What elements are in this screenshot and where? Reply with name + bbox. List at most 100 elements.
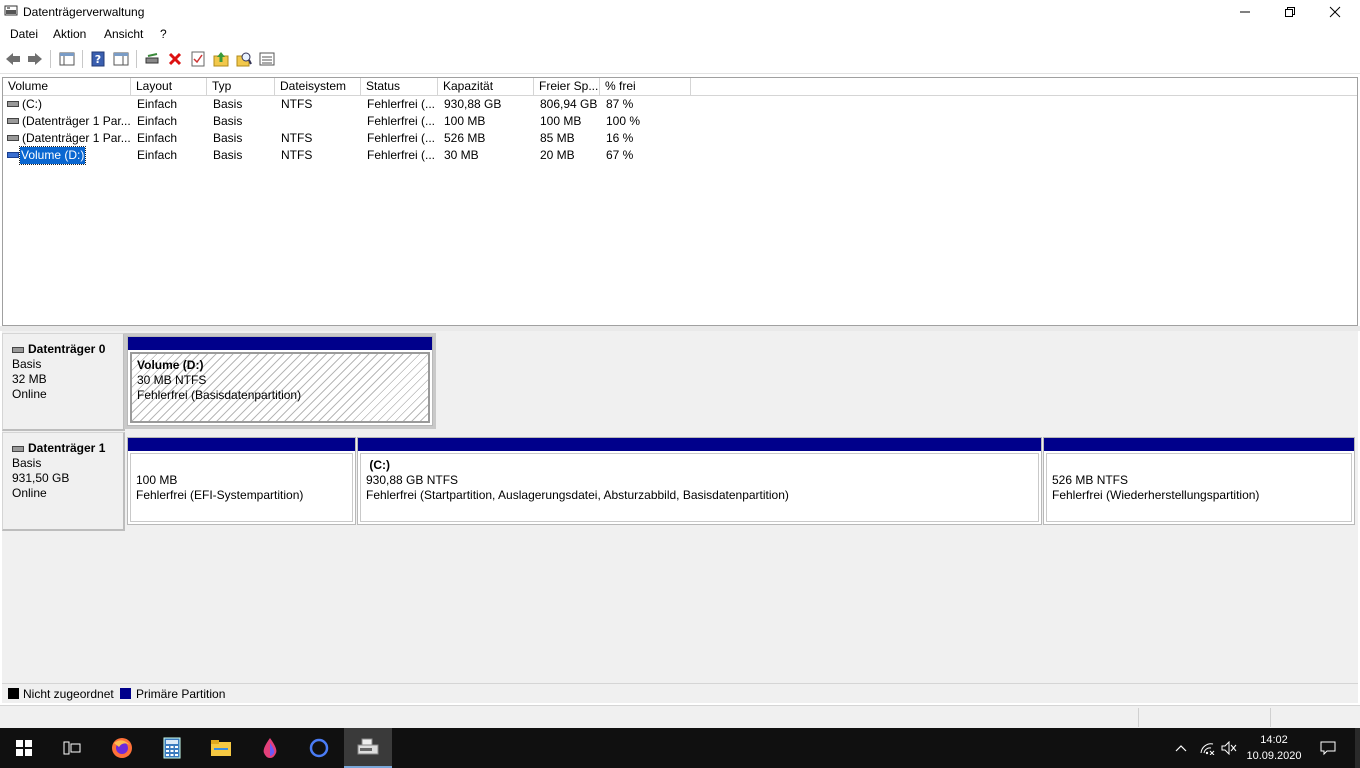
svg-text:?: ? [95,53,101,66]
partition-c[interactable]: (C:) 930,88 GB NTFS Fehlerfrei (Startpar… [357,437,1042,525]
show-desktop-button[interactable] [1355,728,1360,768]
volume-disk-icon [7,135,19,141]
list-view-icon [259,52,275,66]
menu-datei[interactable]: Datei [10,27,38,41]
column-header-volume[interactable]: Volume [3,78,131,96]
column-header-freier-speicher[interactable]: Freier Sp... [534,78,600,96]
taskbar: 14:02 10.09.2020 [0,728,1360,768]
taskbar-clock[interactable]: 14:02 10.09.2020 [1236,732,1312,764]
cell-prozent-frei: 16 % [606,131,634,145]
table-row[interactable]: (C:) Einfach Basis NTFS Fehlerfrei (... … [3,96,703,113]
menu-help[interactable]: ? [160,27,167,41]
cell-freier-speicher: 100 MB [540,114,582,128]
partition-status: Fehlerfrei (EFI-Systempartition) [136,488,304,502]
console-tree-button[interactable] [58,50,76,68]
close-button[interactable] [1312,0,1358,24]
partition-status: Fehlerfrei (Wiederherstellungspartition) [1052,488,1260,502]
back-button[interactable] [4,50,22,68]
list-view-button[interactable] [258,50,276,68]
task-view-icon [63,741,81,755]
task-view-button[interactable] [48,728,96,768]
taskbar-firefox[interactable] [98,728,146,768]
cell-prozent-frei: 67 % [606,148,634,162]
disk-0-type: Basis [12,357,42,371]
start-icon [16,740,32,756]
primary-partition-bar [128,337,432,350]
cell-layout: Einfach [137,114,178,128]
disk-1-state: Online [12,486,47,500]
paint-icon [263,738,277,758]
start-button[interactable] [0,728,48,768]
properties-button[interactable] [189,50,207,68]
column-header-dateisystem[interactable]: Dateisystem [275,78,361,96]
toolbar-separator [82,50,83,68]
cell-typ: Basis [213,131,243,145]
table-row[interactable]: (Datenträger 1 Par... Einfach Basis NTFS… [3,130,703,147]
column-header-kapazitaet[interactable]: Kapazität [438,78,534,96]
forward-button[interactable] [26,50,44,68]
cortana-icon [309,738,329,758]
cell-dateisystem: NTFS [281,148,313,162]
partition-volume-d[interactable]: Volume (D:) 30 MB NTFS Fehlerfrei (Basis… [127,336,433,426]
minimize-button[interactable] [1222,0,1268,24]
legend-swatch-primary [120,688,131,699]
partition-size: 526 MB NTFS [1052,473,1129,487]
calculator-icon [163,737,181,759]
action-center-button[interactable] [1314,728,1342,768]
column-header-layout[interactable]: Layout [131,78,207,96]
partition-body: 100 MB Fehlerfrei (EFI-Systempartition) [130,453,353,522]
partition-efi[interactable]: 100 MB Fehlerfrei (EFI-Systempartition) [127,437,356,525]
taskbar-file-explorer[interactable] [197,728,245,768]
column-header-typ[interactable]: Typ [207,78,275,96]
taskbar-calculator[interactable] [148,728,196,768]
firefox-icon [112,738,132,758]
search-icon [236,52,252,67]
menu-ansicht[interactable]: Ansicht [104,27,143,41]
cell-freier-speicher: 85 MB [540,131,575,145]
volume-disk-icon [7,101,19,107]
disk-graphical-view: Datenträger 0 Basis 32 MB Online Volume … [2,331,1358,683]
help-button[interactable]: ? [89,50,107,68]
partition-recovery[interactable]: 526 MB NTFS Fehlerfrei (Wiederherstellun… [1043,437,1355,525]
show-hide-button[interactable] [112,50,130,68]
connect-drive-icon [145,53,159,64]
taskbar-paint[interactable] [246,728,294,768]
restore-button[interactable] [1267,0,1313,24]
disk-icon [12,346,24,353]
up-folder-button[interactable] [212,50,230,68]
toolbar-separator [136,50,137,68]
table-row[interactable]: (Datenträger 1 Par... Einfach Basis Fehl… [3,113,703,130]
column-header-status[interactable]: Status [361,78,438,96]
cell-typ: Basis [213,97,243,111]
taskbar-cortana[interactable] [295,728,343,768]
cell-layout: Einfach [137,131,178,145]
column-header-prozent-frei[interactable]: % frei [600,78,691,96]
tray-expand-button[interactable] [1170,728,1192,768]
toolbar-separator [50,50,51,68]
disk-0-label[interactable]: Datenträger 0 Basis 32 MB Online [2,333,125,431]
partition-title: (C:) [366,458,390,472]
taskbar-disk-management[interactable] [344,728,392,768]
cell-volume: (C:) [22,97,42,111]
menu-bar: Datei Aktion Ansicht ? [0,24,1360,44]
network-icon [1200,743,1215,755]
search-button[interactable] [235,50,253,68]
disk-1-label[interactable]: Datenträger 1 Basis 931,50 GB Online [2,432,125,531]
restore-icon [1285,7,1295,17]
partition-body: Volume (D:) 30 MB NTFS Fehlerfrei (Basis… [130,352,430,423]
partition-size: 930,88 GB NTFS [366,473,459,487]
menu-aktion[interactable]: Aktion [53,27,86,41]
volume-disk-icon [7,118,19,124]
tray-network-button[interactable] [1196,728,1218,768]
connect-drive-button[interactable] [143,50,161,68]
disk-management-icon [357,738,379,755]
cell-volume: (Datenträger 1 Par... [22,114,130,128]
legend-swatch-unallocated [8,688,19,699]
primary-partition-bar [358,438,1041,451]
volume-list[interactable]: Volume Layout Typ Dateisystem Status Kap… [2,77,1358,326]
delete-button[interactable] [166,50,184,68]
table-row-selected[interactable]: Volume (D:) Einfach Basis NTFS Fehlerfre… [3,146,703,165]
cell-typ: Basis [213,148,243,162]
cell-prozent-frei: 100 % [606,114,641,128]
cell-kapazitaet: 100 MB [444,114,486,128]
